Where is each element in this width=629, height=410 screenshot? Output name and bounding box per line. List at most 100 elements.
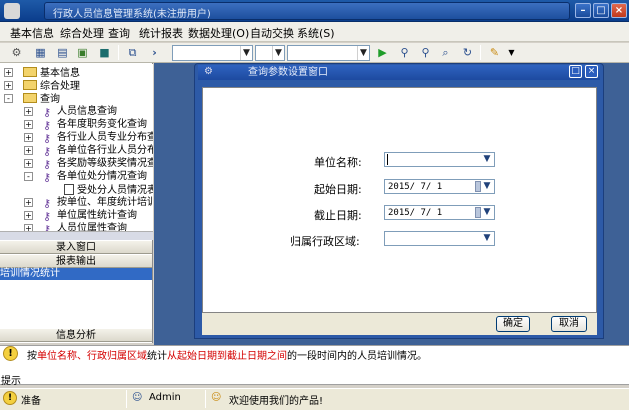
chevron-right-icon[interactable]: › bbox=[146, 44, 163, 61]
query-node-icon: ⚷ bbox=[43, 158, 52, 171]
dialog-title: 查询参数设置窗口 bbox=[248, 67, 328, 78]
menu-basic-info[interactable]: 基本信息 bbox=[10, 25, 54, 41]
query-icon[interactable]: ⌕ bbox=[437, 44, 454, 61]
status-info-icon: ! bbox=[3, 391, 17, 405]
search-icon[interactable]: ⚲ bbox=[417, 44, 434, 61]
chevron-down-icon[interactable]: ▼ bbox=[481, 181, 493, 192]
expand-icon[interactable]: + bbox=[4, 68, 13, 77]
menu-system[interactable]: 系统(S) bbox=[297, 25, 335, 41]
table-icon[interactable]: ▦ bbox=[32, 44, 49, 61]
region-label: 归属行政区域: bbox=[290, 235, 360, 248]
info-icon: ! bbox=[3, 346, 18, 361]
expand-icon[interactable]: + bbox=[24, 107, 33, 116]
collapse-icon[interactable]: - bbox=[4, 94, 13, 103]
expand-icon[interactable]: + bbox=[24, 159, 33, 168]
dialog-maximize-button[interactable]: □ bbox=[569, 65, 582, 78]
toolbar-separator bbox=[118, 45, 119, 60]
document-icon[interactable]: ▤ bbox=[54, 44, 71, 61]
unit-name-combo[interactable]: ▼ bbox=[384, 152, 495, 167]
menu-exchange[interactable]: 自动交换 bbox=[250, 25, 294, 41]
tip-text: 按单位名称、行政归属区域统计从起始日期到截止日期之间的一段时间内的人员培训情况。 bbox=[27, 351, 427, 362]
start-date-value: 2015/ 7/ 1 bbox=[388, 182, 443, 192]
menu-query[interactable]: 查询 bbox=[108, 25, 130, 41]
query-node-icon: ⚷ bbox=[43, 197, 52, 210]
cancel-button[interactable]: 取消 bbox=[551, 316, 587, 332]
query-node-icon: ⚷ bbox=[43, 132, 52, 145]
text-cursor bbox=[387, 154, 388, 165]
ok-button[interactable]: 确定 bbox=[496, 316, 530, 332]
tree-horizontal-scrollbar[interactable] bbox=[0, 231, 153, 240]
report-item-training-stats[interactable]: 培训情况统计 bbox=[0, 268, 152, 280]
status-welcome: 欢迎使用我们的产品! bbox=[229, 396, 324, 407]
run-icon[interactable]: ▶ bbox=[374, 44, 391, 61]
toolbar-combo-2[interactable]: ▼ bbox=[255, 45, 285, 61]
query-node-icon: ⚷ bbox=[43, 145, 52, 158]
screen-icon[interactable]: ■ bbox=[96, 44, 113, 61]
folder-open-icon bbox=[23, 93, 37, 103]
end-date-picker[interactable]: 2015/ 7/ 1 ▼ bbox=[384, 205, 495, 220]
status-user: Admin bbox=[149, 392, 181, 403]
expand-icon[interactable]: + bbox=[24, 198, 33, 207]
query-node-icon: ⚷ bbox=[43, 223, 52, 231]
chevron-down-icon: ▼ bbox=[272, 46, 284, 60]
region-combo[interactable]: ▼ bbox=[384, 231, 495, 246]
expand-icon[interactable]: + bbox=[24, 133, 33, 142]
toolbar-combo-1[interactable]: ▼ bbox=[172, 45, 253, 61]
end-date-label: 截止日期: bbox=[314, 209, 362, 222]
query-node-icon: ⚷ bbox=[43, 171, 52, 184]
image-icon[interactable]: ▣ bbox=[74, 44, 91, 61]
dialog-body bbox=[202, 87, 597, 313]
folder-icon bbox=[23, 67, 37, 77]
dropdown-arrow-icon[interactable]: ▼ bbox=[503, 44, 520, 61]
section-info-analysis[interactable]: 信息分析 bbox=[0, 328, 152, 342]
welcome-icon: ☺ bbox=[211, 392, 222, 403]
start-date-picker[interactable]: 2015/ 7/ 1 ▼ bbox=[384, 179, 495, 194]
start-date-label: 起始日期: bbox=[314, 183, 362, 196]
chevron-down-icon: ▼ bbox=[483, 233, 491, 243]
tools-icon[interactable]: ⚙ bbox=[8, 44, 25, 61]
app-icon bbox=[4, 3, 20, 19]
folder-icon bbox=[23, 80, 37, 90]
section-entry-window[interactable]: 录入窗口 bbox=[0, 240, 152, 254]
toolbar-combo-3[interactable]: ▼ bbox=[287, 45, 370, 61]
export-icon[interactable]: ⧉ bbox=[124, 44, 141, 61]
window-title: 行政人员信息管理系统(未注册用户) bbox=[44, 2, 570, 20]
chevron-down-icon: ▼ bbox=[483, 154, 491, 164]
expand-icon[interactable]: + bbox=[24, 146, 33, 155]
refresh-icon[interactable]: ↻ bbox=[459, 44, 476, 61]
expand-icon[interactable]: + bbox=[24, 224, 33, 231]
pencil-icon[interactable]: ✎ bbox=[486, 44, 503, 61]
chevron-down-icon[interactable]: ▼ bbox=[481, 207, 493, 218]
status-separator bbox=[126, 390, 127, 408]
expand-icon[interactable]: + bbox=[24, 120, 33, 129]
dialog-close-button[interactable]: × bbox=[585, 65, 598, 78]
menu-reports[interactable]: 统计报表 bbox=[139, 25, 183, 41]
navigation-tree[interactable]: + 基本信息 + 综合处理 - 查询 + ⚷ 人员信息查询 + ⚷ 各年度职务变化查询 + ⚷ 各… bbox=[0, 64, 153, 231]
end-date-value: 2015/ 7/ 1 bbox=[388, 208, 443, 218]
query-node-icon: ⚷ bbox=[43, 119, 52, 132]
maximize-button[interactable]: □ bbox=[593, 3, 609, 18]
status-ready: 准备 bbox=[21, 396, 41, 407]
expand-icon[interactable]: + bbox=[24, 211, 33, 220]
report-icon bbox=[64, 184, 74, 195]
expand-icon[interactable]: + bbox=[4, 81, 13, 90]
user-icon: ☺ bbox=[132, 392, 143, 403]
dialog-app-icon: ⚙ bbox=[204, 66, 213, 77]
chevron-down-icon: ▼ bbox=[357, 46, 369, 60]
unit-name-label: 单位名称: bbox=[314, 156, 362, 169]
toolbar-separator bbox=[480, 45, 481, 60]
chevron-down-icon: ▼ bbox=[240, 46, 252, 60]
query-node-icon: ⚷ bbox=[43, 106, 52, 119]
section-report-output[interactable]: 报表输出 bbox=[0, 254, 152, 268]
menu-general[interactable]: 综合处理 bbox=[60, 25, 104, 41]
dialog-footer bbox=[202, 313, 597, 335]
search-user-icon[interactable]: ⚲ bbox=[396, 44, 413, 61]
tree-item-punished-report[interactable]: 受处分人员情况表 bbox=[64, 184, 153, 196]
menu-data[interactable]: 数据处理(O) bbox=[188, 25, 249, 41]
tip-label: 提示 bbox=[1, 376, 21, 387]
close-button[interactable]: × bbox=[611, 3, 627, 18]
minimize-button[interactable]: – bbox=[575, 3, 591, 18]
collapse-icon[interactable]: - bbox=[24, 172, 33, 181]
status-separator bbox=[205, 390, 206, 408]
query-node-icon: ⚷ bbox=[43, 210, 52, 223]
